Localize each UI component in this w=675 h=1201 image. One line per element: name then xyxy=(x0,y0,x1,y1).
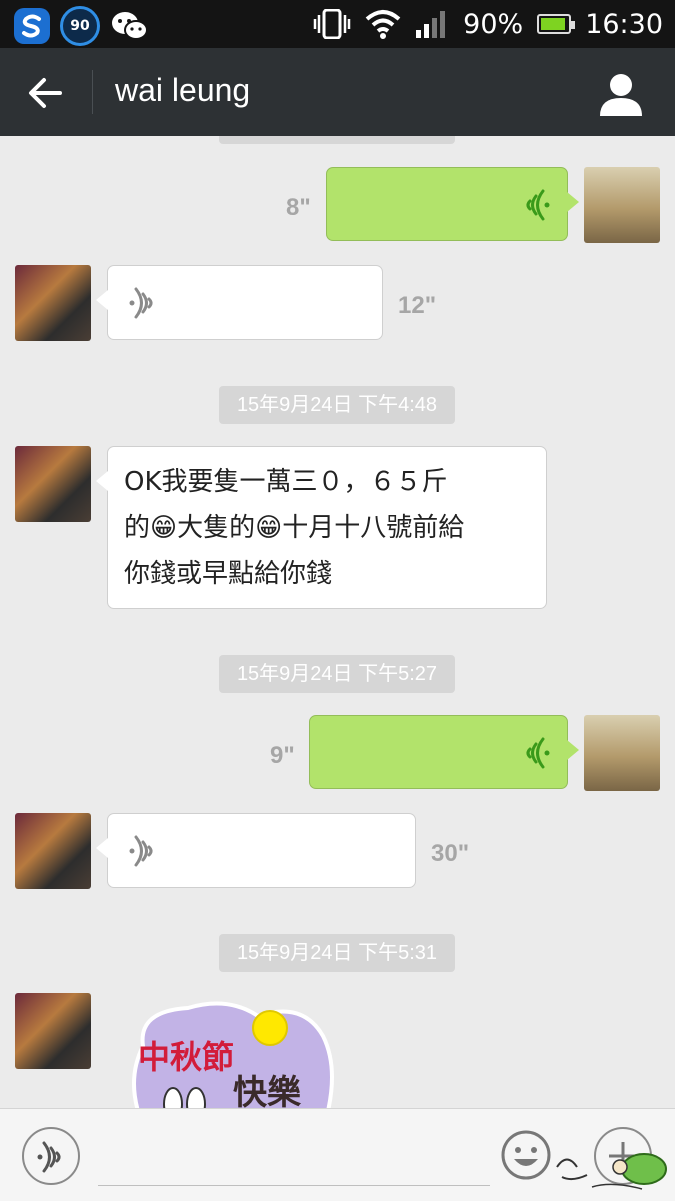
input-bar xyxy=(0,1108,675,1201)
vibrate-icon xyxy=(313,9,351,39)
message-list[interactable]: 8" 12" 15年9月24日 下午4:48 OK我要隻一萬三０，６５斤 的😁大… xyxy=(0,136,675,1108)
wechat-icon xyxy=(110,9,148,43)
status-bar: 90 90% 16:30 xyxy=(0,0,675,48)
chat-info-button[interactable] xyxy=(597,72,645,116)
wifi-icon xyxy=(365,10,401,39)
voice-wave-icon xyxy=(129,835,153,867)
battery-level xyxy=(541,18,565,30)
voice-input-toggle[interactable] xyxy=(22,1127,80,1185)
voice-wave-icon xyxy=(129,287,153,319)
back-arrow-icon xyxy=(29,78,62,108)
my-avatar[interactable] xyxy=(584,715,660,791)
timestamp: 15年9月24日 下午5:31 xyxy=(219,934,455,972)
chat-header: wai leung xyxy=(0,48,675,136)
timestamp: 15年9月24日 下午5:27 xyxy=(219,655,455,693)
sticker-text-line-1: 中秋節 xyxy=(138,1038,234,1076)
voice-duration: 9" xyxy=(270,742,295,769)
emoji-button[interactable] xyxy=(500,1129,552,1181)
contact-avatar[interactable] xyxy=(15,813,91,889)
timestamp xyxy=(219,136,455,144)
voice-duration: 12" xyxy=(398,292,437,319)
contact-avatar[interactable] xyxy=(15,993,91,1069)
voice-duration: 30" xyxy=(431,840,470,867)
back-button[interactable] xyxy=(22,70,68,116)
header-divider xyxy=(92,70,93,114)
voice-wave-icon xyxy=(526,737,550,769)
message-text: OK我要隻一萬三０，６５斤 的😁大隻的😁十月十八號前給 你錢或早點給你錢 xyxy=(124,467,465,589)
battery-icon xyxy=(537,14,576,34)
message-input[interactable] xyxy=(98,1185,490,1186)
security-app-icon: 90 xyxy=(60,6,100,46)
profile-icon xyxy=(600,74,642,116)
chat-title: wai leung xyxy=(115,72,251,108)
s-app-icon xyxy=(14,8,50,44)
clock: 16:30 xyxy=(585,8,663,40)
sticker-text-line-2: 快樂 xyxy=(233,1073,302,1108)
voice-wave-icon xyxy=(37,1141,61,1173)
system-status: 90% 16:30 xyxy=(313,0,663,48)
voice-wave-icon xyxy=(526,189,550,221)
voice-duration: 8" xyxy=(286,194,311,221)
mid-autumn-sticker[interactable]: 中秋節 快樂 xyxy=(128,996,338,1108)
contact-avatar[interactable] xyxy=(15,265,91,341)
voice-message-sent[interactable] xyxy=(309,715,579,789)
notification-icons: 90 xyxy=(14,6,148,46)
turtle-watermark xyxy=(556,1153,667,1190)
emoji-icon xyxy=(501,1130,551,1180)
voice-message-received[interactable] xyxy=(96,265,383,340)
contact-avatar[interactable] xyxy=(15,446,91,522)
voice-message-sent[interactable] xyxy=(326,167,579,241)
signal-icon xyxy=(416,11,446,38)
voice-message-received[interactable] xyxy=(96,813,416,888)
timestamp: 15年9月24日 下午4:48 xyxy=(219,386,455,424)
text-message-received[interactable]: OK我要隻一萬三０，６５斤 的😁大隻的😁十月十八號前給 你錢或早點給你錢 xyxy=(96,446,547,609)
battery-percent: 90% xyxy=(463,8,524,40)
my-avatar[interactable] xyxy=(584,167,660,243)
